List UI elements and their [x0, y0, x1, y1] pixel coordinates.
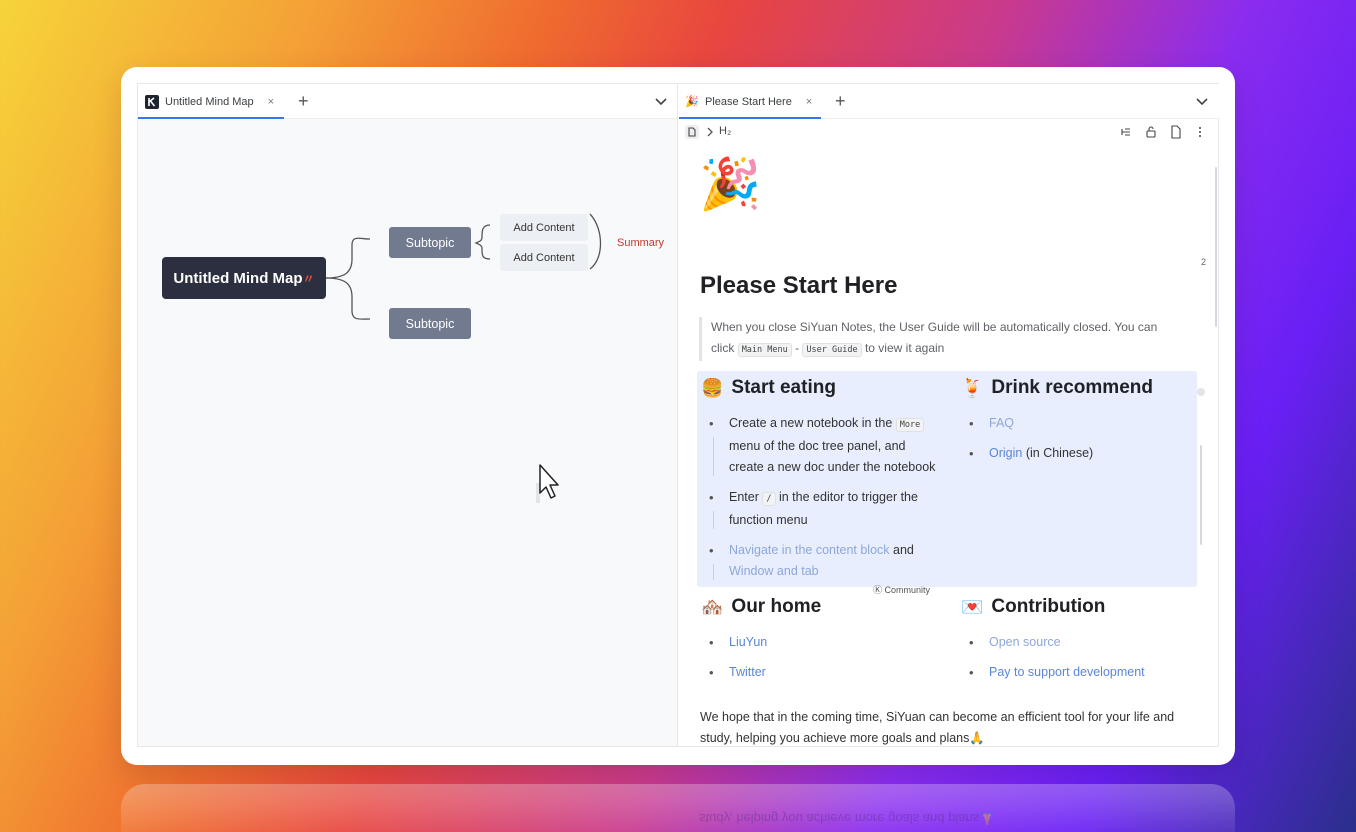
- list-item[interactable]: Pay to support development: [961, 662, 1201, 683]
- link-liuyun[interactable]: LiuYun: [729, 635, 767, 649]
- blockquote[interactable]: When you close SiYuan Notes, the User Gu…: [699, 317, 1177, 361]
- doc-icon-party-popper[interactable]: 🎉: [699, 155, 761, 214]
- app-window: Untitled Mind Map × + Untitled Mind Map 〃…: [121, 67, 1235, 765]
- doc-title[interactable]: Please Start Here: [700, 272, 897, 300]
- tab-close-icon[interactable]: ×: [268, 96, 274, 108]
- kbd-more: More: [895, 418, 925, 432]
- tab-please-start-here[interactable]: 🎉 Please Start Here ×: [679, 84, 821, 119]
- our-home-list: LiuYun Twitter: [701, 632, 941, 692]
- cocktail-icon: 🍹: [961, 377, 984, 398]
- list-item[interactable]: Origin (in Chinese): [961, 443, 1181, 464]
- drag-handle[interactable]: [1197, 388, 1205, 396]
- mindmap-root-node[interactable]: Untitled Mind Map 〃: [162, 257, 326, 299]
- document-icon[interactable]: [685, 125, 699, 139]
- more-vertical-icon[interactable]: [1193, 125, 1207, 139]
- k-logo-icon: [145, 94, 159, 109]
- breadcrumb-toolbar: H₂: [679, 119, 1219, 145]
- list-item[interactable]: FAQ: [961, 413, 1181, 434]
- outline-icon[interactable]: [1119, 125, 1133, 139]
- item-text: Create a new notebook in the: [729, 416, 893, 430]
- counter-badge: 2: [1201, 257, 1207, 267]
- document-pane: 🎉 Please Start Here × + H₂ 🎉 Please Star…: [679, 84, 1219, 746]
- drink-list: FAQ Origin (in Chinese): [961, 413, 1181, 473]
- list-item[interactable]: Twitter: [701, 662, 941, 683]
- link-open-source[interactable]: Open source: [989, 635, 1061, 649]
- file-icon[interactable]: [1169, 125, 1183, 139]
- item-text: Enter: [729, 490, 759, 504]
- community-label: Ⓚ Community: [873, 585, 931, 595]
- heading-text: Drink recommend: [991, 377, 1153, 398]
- link-pay-to-support[interactable]: Pay to support development: [989, 665, 1145, 679]
- document-content[interactable]: 🎉 Please Start Here 2 When you close SiY…: [679, 145, 1219, 746]
- heading-text: Start eating: [731, 377, 836, 398]
- link-origin[interactable]: Origin: [989, 446, 1022, 460]
- love-letter-icon: 💌: [961, 596, 984, 617]
- list-item[interactable]: Enter / in the editor to trigger the fun…: [701, 487, 941, 531]
- houses-icon: 🏘️: [701, 596, 724, 617]
- window-reflection: study, helping you achieve more goals an…: [121, 784, 1235, 832]
- kbd-user-guide: User Guide: [802, 343, 862, 357]
- heading-our-home[interactable]: 🏘️ Our home: [701, 596, 821, 618]
- new-tab-button[interactable]: +: [298, 91, 309, 111]
- kbd-slash: /: [762, 492, 776, 506]
- lock-icon[interactable]: [1144, 125, 1158, 139]
- list-item[interactable]: Open source: [961, 632, 1201, 653]
- content-node-1[interactable]: Add Content: [500, 214, 588, 241]
- heading-start-eating[interactable]: 🍔 Start eating: [701, 377, 836, 399]
- contribution-list: Open source Pay to support development: [961, 632, 1201, 692]
- root-emoji: 〃: [302, 271, 315, 286]
- content-node-2[interactable]: Add Content: [500, 244, 588, 271]
- closing-paragraph[interactable]: We hope that in the coming time, SiYuan …: [700, 707, 1190, 746]
- kbd-main-menu: Main Menu: [737, 343, 792, 357]
- root-label: Untitled Mind Map: [173, 269, 303, 287]
- mindmap-pane: Untitled Mind Map × + Untitled Mind Map 〃…: [138, 84, 678, 746]
- reflection-text: study, helping you achieve more goals an…: [699, 811, 996, 826]
- heading-drink-recommend[interactable]: 🍹 Drink recommend: [961, 377, 1153, 399]
- tab-untitled-mind-map[interactable]: Untitled Mind Map ×: [138, 84, 284, 119]
- workspace: Untitled Mind Map × + Untitled Mind Map 〃…: [137, 83, 1219, 747]
- subtopic-node-1[interactable]: Subtopic: [389, 227, 471, 258]
- mindmap-canvas[interactable]: Untitled Mind Map 〃 Subtopic Subtopic Add…: [138, 119, 677, 746]
- party-popper-icon: 🎉: [685, 96, 699, 108]
- start-eating-list: Create a new notebook in the More menu o…: [701, 413, 941, 591]
- mindmap-connectors: [325, 213, 602, 320]
- link-faq[interactable]: FAQ: [989, 416, 1014, 430]
- item-text: and: [893, 543, 914, 557]
- list-item[interactable]: Navigate in the content block and Window…: [701, 540, 941, 582]
- link-twitter[interactable]: Twitter: [729, 665, 766, 679]
- item-text: (in Chinese): [1025, 446, 1094, 460]
- list-item[interactable]: Create a new notebook in the More menu o…: [701, 413, 941, 478]
- heading-contribution[interactable]: 💌 Contribution: [961, 596, 1105, 618]
- heading-text: Our home: [731, 596, 822, 617]
- item-text: menu of the doc tree panel, and create a…: [729, 439, 936, 474]
- new-tab-button[interactable]: +: [835, 91, 846, 111]
- subtopic-node-2[interactable]: Subtopic: [389, 308, 471, 339]
- quote-sep: -: [795, 341, 800, 355]
- link-navigate-content-block[interactable]: Navigate in the content block: [729, 543, 890, 557]
- heading-text: Contribution: [991, 596, 1106, 617]
- tab-close-icon[interactable]: ×: [806, 96, 812, 108]
- burger-icon: 🍔: [701, 377, 724, 398]
- tab-label: Untitled Mind Map: [165, 95, 254, 108]
- link-window-and-tab[interactable]: Window and tab: [729, 564, 819, 578]
- scrollbar[interactable]: [1215, 167, 1217, 327]
- tab-label: Please Start Here: [705, 95, 792, 108]
- chevron-down-icon[interactable]: [654, 94, 668, 108]
- chevron-down-icon[interactable]: [1195, 94, 1209, 108]
- mouse-pointer-icon: [536, 464, 559, 503]
- community-text: Community: [884, 585, 931, 595]
- breadcrumb-heading[interactable]: H₂: [719, 125, 731, 137]
- list-item[interactable]: LiuYun: [701, 632, 941, 653]
- left-tabbar: Untitled Mind Map × +: [138, 84, 677, 119]
- quote-text-2: to view it again: [864, 341, 945, 355]
- chevron-right-icon: [707, 127, 713, 137]
- inner-scrollbar[interactable]: [1200, 445, 1202, 545]
- right-tabbar: 🎉 Please Start Here × +: [679, 84, 1219, 119]
- summary-node[interactable]: Summary: [617, 237, 664, 249]
